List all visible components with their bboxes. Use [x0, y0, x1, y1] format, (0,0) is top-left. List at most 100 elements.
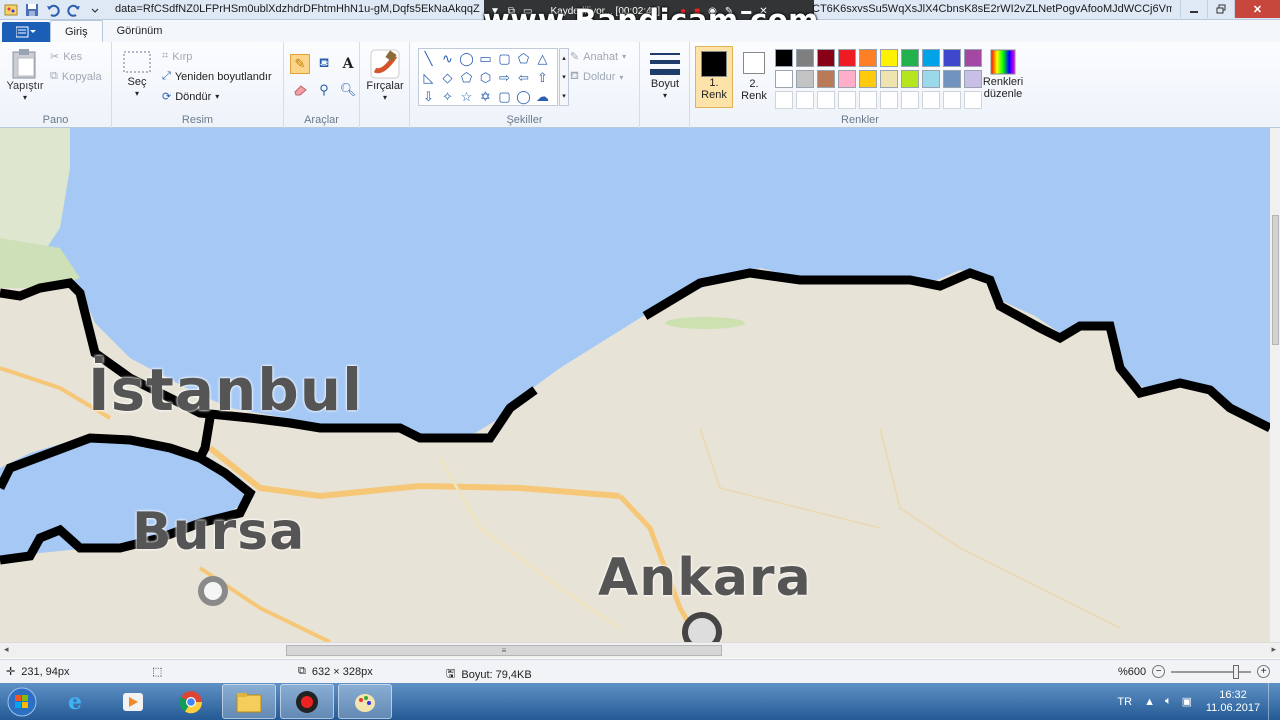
network-icon[interactable]: ▣: [1182, 695, 1192, 708]
rotate-button[interactable]: ⟳ Döndür ▾: [162, 90, 219, 104]
scroll-left-icon[interactable]: ◂: [4, 644, 9, 655]
palette-swatch[interactable]: [943, 49, 961, 67]
zoom-out-icon[interactable]: −: [1152, 665, 1166, 678]
palette-swatch[interactable]: [817, 49, 835, 67]
six-point-star-shape-icon[interactable]: ✡: [476, 87, 495, 106]
vertical-scrollbar[interactable]: [1270, 128, 1280, 642]
palette-swatch[interactable]: [880, 49, 898, 67]
down-arrow-shape-icon[interactable]: ⇩: [419, 87, 438, 106]
taskbar-chrome[interactable]: [164, 684, 218, 719]
shapes-gallery[interactable]: ╲ ∿ ◯ ▭ ▢ ⬠ △ ◺ ◇ ⬠ ⬡ ⇨ ⇦ ⇧ ⇩ ✧ ☆ ✡ ▢ ◯ ☁: [418, 48, 558, 106]
show-desktop-button[interactable]: [1268, 683, 1280, 720]
tab-view[interactable]: Görünüm: [103, 20, 177, 42]
custom-color-slot[interactable]: [817, 91, 835, 109]
customize-qat-chevron-down-icon[interactable]: [86, 1, 104, 19]
custom-color-slot[interactable]: [943, 91, 961, 109]
palette-swatch[interactable]: [901, 49, 919, 67]
color2-button[interactable]: 2. Renk: [736, 50, 772, 102]
outline-button[interactable]: ✎ Anahat ▾: [570, 50, 626, 64]
edit-colors-button[interactable]: Renkleri düzenle: [980, 48, 1026, 100]
rectangle-shape-icon[interactable]: ▭: [476, 49, 495, 68]
up-arrow-shape-icon[interactable]: ⇧: [533, 68, 552, 87]
restore-button[interactable]: [1207, 0, 1234, 18]
rounded-callout-shape-icon[interactable]: ▢: [495, 87, 514, 106]
right-arrow-shape-icon[interactable]: ⇨: [495, 68, 514, 87]
color-picker-tool[interactable]: ⚲: [314, 80, 334, 100]
cut-button[interactable]: ✂ Kes: [50, 50, 82, 64]
pencil-tool[interactable]: ✎: [290, 54, 310, 74]
palette-swatch[interactable]: [817, 70, 835, 88]
close-button[interactable]: ✕: [1234, 0, 1280, 18]
custom-color-slot[interactable]: [796, 91, 814, 109]
taskbar-paint[interactable]: [338, 684, 392, 719]
rounded-rectangle-shape-icon[interactable]: ▢: [495, 49, 514, 68]
oval-callout-shape-icon[interactable]: ◯: [514, 87, 533, 106]
palette-swatch[interactable]: [859, 49, 877, 67]
triangle-shape-icon[interactable]: △: [533, 49, 552, 68]
select-button[interactable]: Seç ▾: [120, 50, 154, 100]
text-tool[interactable]: A: [338, 54, 358, 74]
copy-button[interactable]: ⧉ Kopyala: [50, 70, 102, 83]
drawing-canvas[interactable]: İstanbul Bursa Ankara: [0, 128, 1270, 642]
pentagon-shape-icon[interactable]: ⬠: [457, 68, 476, 87]
hexagon-shape-icon[interactable]: ⬡: [476, 68, 495, 87]
brushes-button[interactable]: Fırçalar ▾: [364, 48, 406, 104]
magnifier-tool[interactable]: 🔍︎: [338, 80, 358, 100]
tab-home[interactable]: Giriş: [50, 20, 103, 42]
show-hidden-icons-icon[interactable]: ▲: [1144, 696, 1155, 708]
file-menu-button[interactable]: [2, 22, 50, 42]
custom-color-slot[interactable]: [859, 91, 877, 109]
curve-shape-icon[interactable]: ∿: [438, 49, 457, 68]
palette-swatch[interactable]: [943, 70, 961, 88]
custom-color-slot[interactable]: [838, 91, 856, 109]
palette-swatch[interactable]: [838, 70, 856, 88]
palette-swatch[interactable]: [922, 70, 940, 88]
size-button[interactable]: Boyut ▾: [646, 50, 684, 102]
start-button[interactable]: [0, 683, 44, 720]
scroll-right-icon[interactable]: ▸: [1271, 644, 1276, 655]
palette-swatch[interactable]: [901, 70, 919, 88]
taskbar-file-explorer[interactable]: [222, 684, 276, 719]
redo-icon[interactable]: [65, 1, 83, 19]
zoom-in-icon[interactable]: +: [1257, 665, 1271, 678]
palette-swatch[interactable]: [922, 49, 940, 67]
zoom-slider-thumb[interactable]: [1233, 664, 1240, 679]
palette-swatch[interactable]: [796, 49, 814, 67]
fill-tool[interactable]: ⛾: [314, 54, 334, 74]
palette-swatch[interactable]: [838, 49, 856, 67]
taskbar-media-player[interactable]: [106, 684, 160, 719]
left-arrow-shape-icon[interactable]: ⇦: [514, 68, 533, 87]
polygon-shape-icon[interactable]: ⬠: [514, 49, 533, 68]
palette-swatch[interactable]: [859, 70, 877, 88]
custom-color-slot[interactable]: [922, 91, 940, 109]
right-triangle-shape-icon[interactable]: ◺: [419, 68, 438, 87]
taskbar-bandicam[interactable]: [280, 684, 334, 719]
undo-icon[interactable]: [44, 1, 62, 19]
custom-color-slot[interactable]: [775, 91, 793, 109]
custom-color-slot[interactable]: [901, 91, 919, 109]
palette-swatch[interactable]: [775, 49, 793, 67]
vertical-scroll-thumb[interactable]: [1272, 215, 1279, 345]
volume-icon[interactable]: 🔈︎: [1165, 695, 1172, 708]
zoom-slider[interactable]: [1171, 664, 1252, 679]
line-shape-icon[interactable]: ╲: [419, 49, 438, 68]
diamond-shape-icon[interactable]: ◇: [438, 68, 457, 87]
language-indicator[interactable]: TR: [1117, 696, 1132, 708]
paint-app-icon[interactable]: [2, 1, 20, 19]
paste-button[interactable]: Yapıştır ▾: [6, 48, 44, 104]
four-point-star-shape-icon[interactable]: ✧: [438, 87, 457, 106]
cloud-callout-shape-icon[interactable]: ☁: [533, 87, 552, 106]
fill-button[interactable]: ⛾ Doldur ▾: [570, 70, 623, 84]
crop-button[interactable]: ⌗ Kırp: [162, 50, 192, 63]
oval-shape-icon[interactable]: ◯: [457, 49, 476, 68]
color1-button[interactable]: 1. Renk: [695, 46, 733, 108]
save-icon[interactable]: [23, 1, 41, 19]
minimize-button[interactable]: [1180, 0, 1207, 18]
palette-swatch[interactable]: [775, 70, 793, 88]
eraser-tool[interactable]: [290, 80, 310, 100]
custom-color-slot[interactable]: [880, 91, 898, 109]
palette-swatch[interactable]: [796, 70, 814, 88]
taskbar-internet-explorer[interactable]: e: [48, 684, 102, 719]
horizontal-scroll-thumb[interactable]: ≡: [286, 645, 722, 656]
shapes-gallery-scroll[interactable]: ▴ ▾ ▾: [559, 48, 569, 106]
